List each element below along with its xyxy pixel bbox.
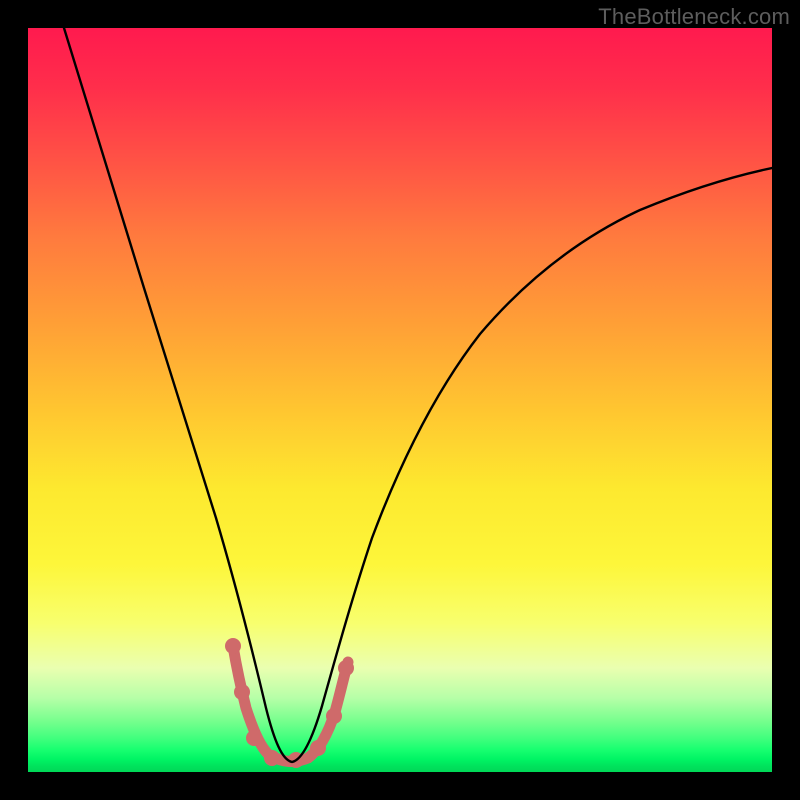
- marker-node: [246, 730, 262, 746]
- watermark-text: TheBottleneck.com: [598, 4, 790, 30]
- marker-node: [225, 638, 241, 654]
- marker-node: [234, 684, 250, 700]
- bottleneck-curve: [28, 28, 772, 772]
- marker-node: [264, 750, 280, 766]
- curve-path: [64, 28, 772, 762]
- chart-frame: TheBottleneck.com: [0, 0, 800, 800]
- plot-area: [28, 28, 772, 772]
- marker-node: [326, 708, 342, 724]
- marker-node: [338, 660, 354, 676]
- marker-node: [310, 740, 326, 756]
